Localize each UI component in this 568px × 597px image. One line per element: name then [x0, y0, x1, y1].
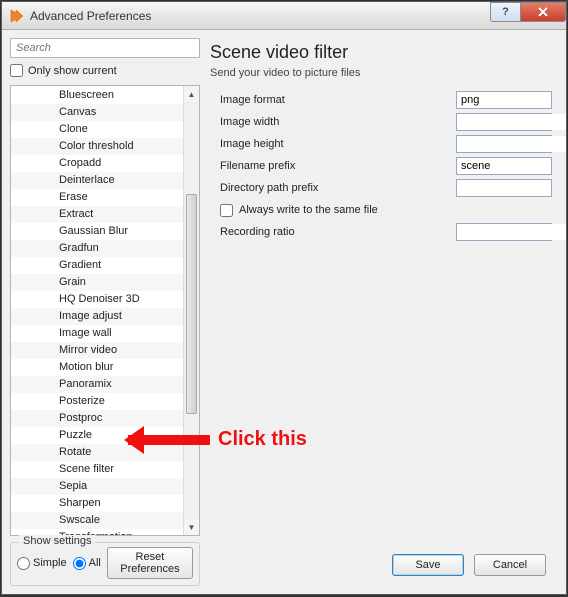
tree-item[interactable]: Posterize [11, 393, 183, 410]
tree-item[interactable]: Panoramix [11, 376, 183, 393]
tree-item[interactable]: Sharpen [11, 495, 183, 512]
body: Only show current BluescreenCanvasCloneC… [2, 30, 566, 594]
tree-item[interactable]: Gradient [11, 257, 183, 274]
tree-item[interactable]: Postproc [11, 410, 183, 427]
close-icon [537, 7, 549, 17]
reset-preferences-button[interactable]: Reset Preferences [107, 547, 193, 579]
spin-image-width[interactable]: ▲▼ [456, 113, 552, 131]
row-image-width: Image width ▲▼ [210, 111, 552, 133]
label-image-height: Image height [210, 138, 370, 150]
show-settings-legend: Show settings [19, 535, 95, 547]
app-icon [8, 8, 24, 24]
scroll-down-icon[interactable]: ▼ [184, 519, 199, 535]
tree-item[interactable]: Rotate [11, 444, 183, 461]
tree-item[interactable]: Erase [11, 189, 183, 206]
label-filename-prefix: Filename prefix [210, 160, 370, 172]
label-image-format: Image format [210, 94, 370, 106]
input-image-height[interactable] [457, 136, 566, 152]
tree-wrap: BluescreenCanvasCloneColor thresholdCrop… [10, 85, 200, 536]
tree-item[interactable]: Extract [11, 206, 183, 223]
show-settings-group: Show settings Simple All Reset Preferenc… [10, 542, 200, 586]
label-directory-prefix: Directory path prefix [210, 182, 370, 194]
tree[interactable]: BluescreenCanvasCloneColor thresholdCrop… [11, 86, 183, 535]
tree-item[interactable]: Image adjust [11, 308, 183, 325]
tree-item[interactable]: Sepia [11, 478, 183, 495]
spin-recording-ratio[interactable]: ▲▼ [456, 223, 552, 241]
tree-item[interactable]: Puzzle [11, 427, 183, 444]
input-filename-prefix[interactable] [456, 157, 552, 175]
row-recording-ratio: Recording ratio ▲▼ [210, 221, 552, 243]
tree-item[interactable]: Gaussian Blur [11, 223, 183, 240]
label-image-width: Image width [210, 116, 370, 128]
left-pane: Only show current BluescreenCanvasCloneC… [10, 38, 200, 586]
input-recording-ratio[interactable] [457, 224, 566, 240]
tree-item[interactable]: HQ Denoiser 3D [11, 291, 183, 308]
tree-item[interactable]: Bluescreen [11, 87, 183, 104]
tree-item[interactable]: Grain [11, 274, 183, 291]
close-button[interactable] [520, 2, 566, 22]
label-always-write: Always write to the same file [239, 204, 378, 216]
tree-item[interactable]: Clone [11, 121, 183, 138]
label-recording-ratio: Recording ratio [210, 226, 370, 238]
tree-item[interactable]: Cropadd [11, 155, 183, 172]
scroll-thumb[interactable] [186, 194, 197, 414]
page-subtitle: Send your video to picture files [210, 67, 552, 89]
right-pane: Scene video filter Send your video to pi… [208, 38, 558, 586]
search-input[interactable] [10, 38, 200, 58]
tree-item[interactable]: Canvas [11, 104, 183, 121]
page-title: Scene video filter [210, 40, 552, 67]
radio-simple[interactable]: Simple [17, 557, 67, 570]
preferences-window: Advanced Preferences ? Only show current… [1, 1, 567, 595]
input-image-format[interactable] [456, 91, 552, 109]
cancel-button[interactable]: Cancel [474, 554, 546, 576]
titlebar[interactable]: Advanced Preferences ? [2, 2, 566, 30]
only-show-current-checkbox[interactable] [10, 64, 23, 77]
save-button[interactable]: Save [392, 554, 464, 576]
tree-item[interactable]: Image wall [11, 325, 183, 342]
radio-all[interactable]: All [73, 557, 101, 570]
checkbox-always-write[interactable] [220, 204, 233, 217]
only-show-current-label: Only show current [28, 65, 117, 77]
input-directory-prefix[interactable] [456, 179, 552, 197]
tree-item[interactable]: Deinterlace [11, 172, 183, 189]
only-show-current-row[interactable]: Only show current [10, 62, 200, 81]
scroll-up-icon[interactable]: ▲ [184, 86, 199, 102]
row-always-write[interactable]: Always write to the same file [210, 199, 552, 221]
row-image-height: Image height ▲▼ [210, 133, 552, 155]
tree-item[interactable]: Mirror video [11, 342, 183, 359]
footer: Save Cancel [210, 544, 552, 586]
row-directory-prefix: Directory path prefix [210, 177, 552, 199]
tree-item[interactable]: Swscale [11, 512, 183, 529]
scrollbar[interactable]: ▲ ▼ [183, 86, 199, 535]
spin-image-height[interactable]: ▲▼ [456, 135, 552, 153]
tree-item[interactable]: Motion blur [11, 359, 183, 376]
row-image-format: Image format [210, 89, 552, 111]
scroll-track[interactable] [184, 102, 199, 519]
tree-item[interactable]: Gradfun [11, 240, 183, 257]
input-image-width[interactable] [457, 114, 566, 130]
help-button[interactable]: ? [490, 2, 520, 22]
window-title: Advanced Preferences [30, 9, 151, 23]
tree-item[interactable]: Scene filter [11, 461, 183, 478]
row-filename-prefix: Filename prefix [210, 155, 552, 177]
tree-item[interactable]: Color threshold [11, 138, 183, 155]
